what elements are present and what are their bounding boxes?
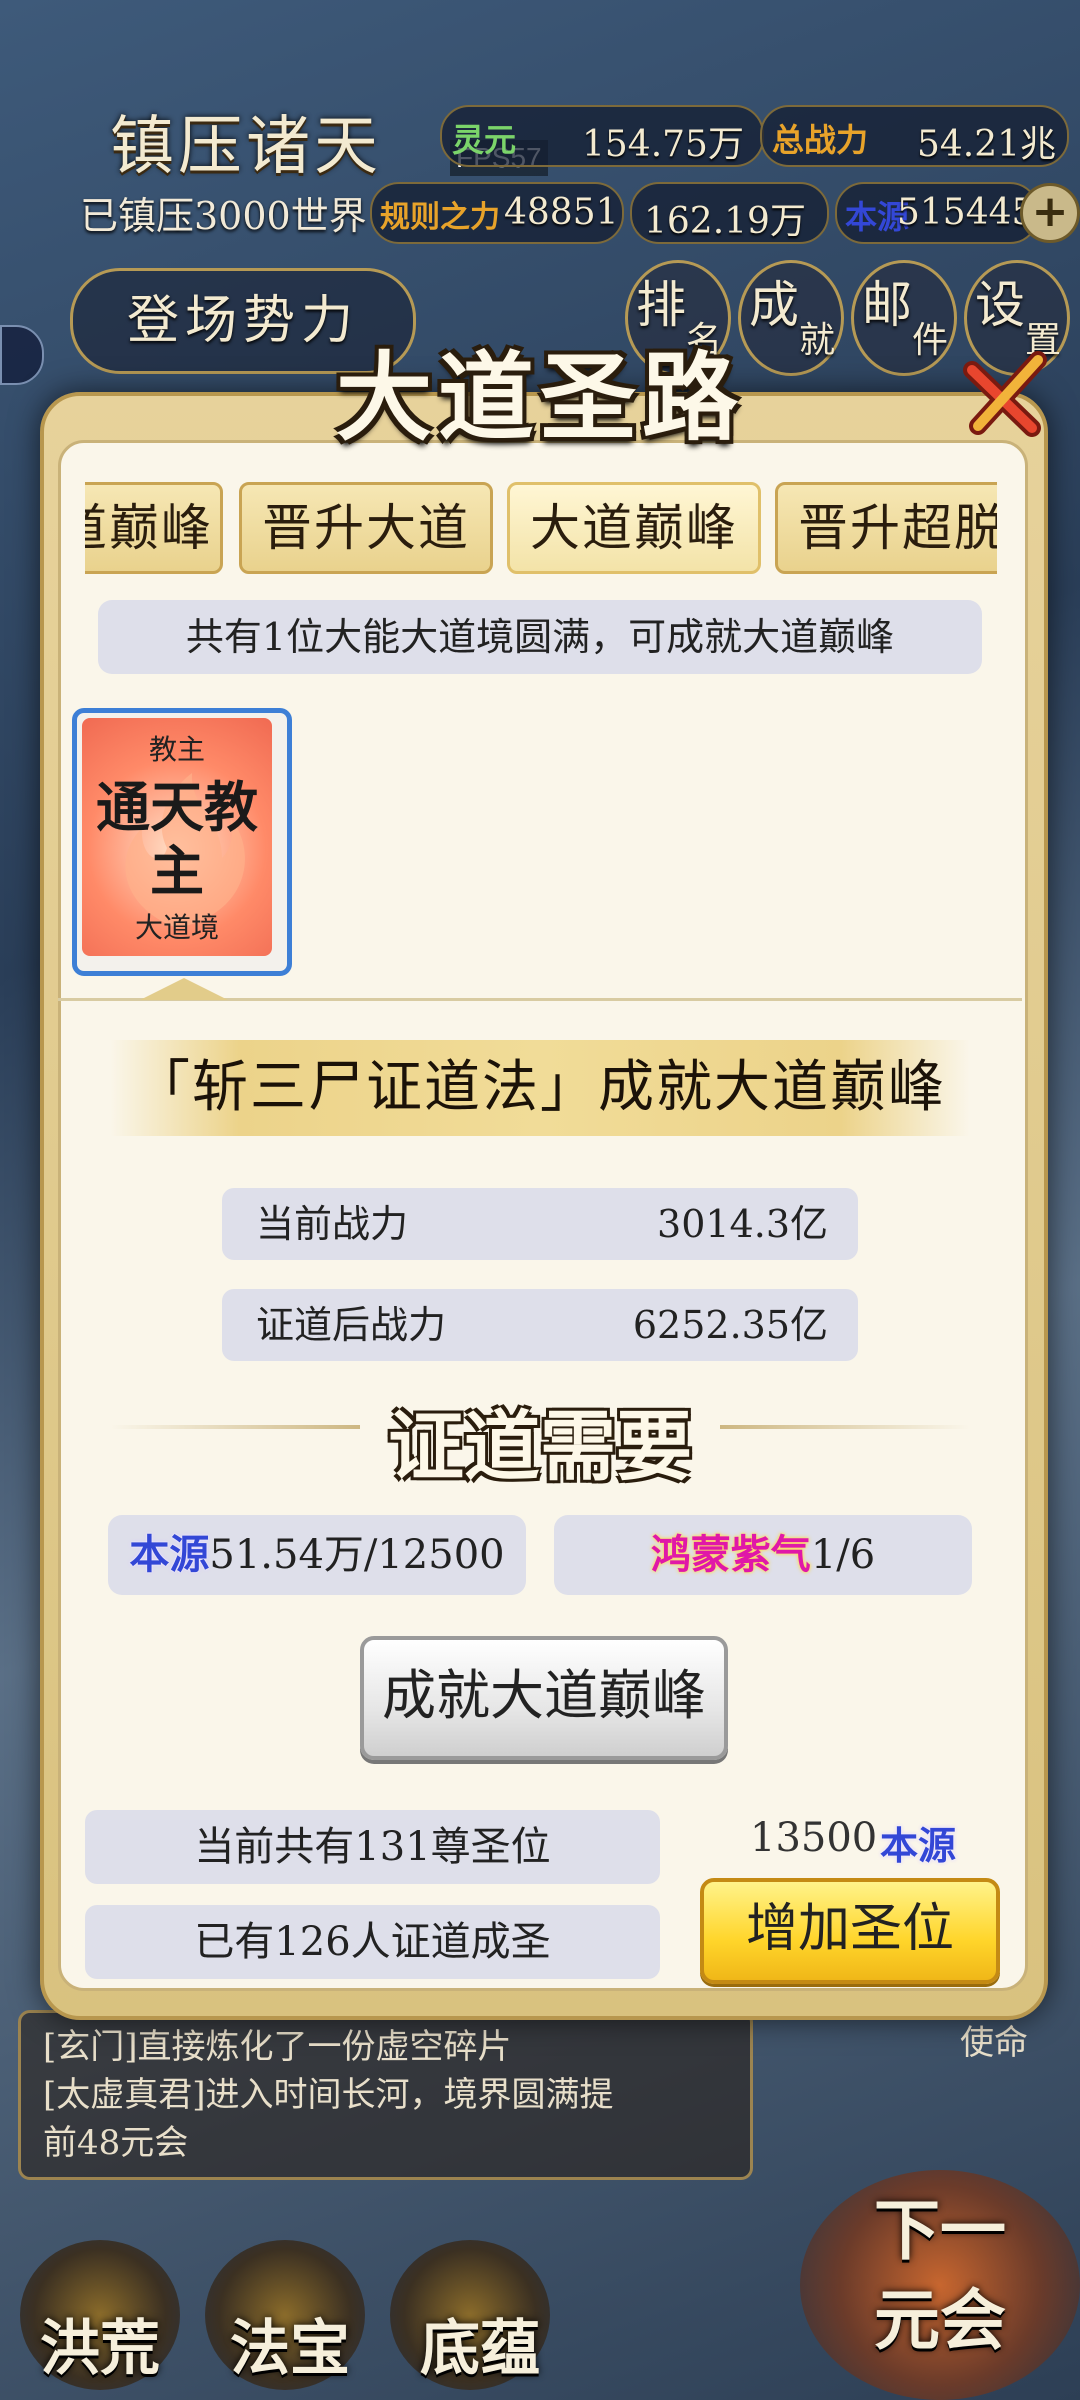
method-title: 「斩三尸证道法」成就大道巅峰: [134, 1055, 946, 1120]
current-power-value: 3014.3亿: [657, 1202, 828, 1246]
game-title: 镇压诸天: [110, 110, 382, 184]
ornament-right-icon: [720, 1425, 970, 1429]
seats-total: 当前共有131尊圣位: [85, 1810, 660, 1884]
tab-dao-peak[interactable]: 大道巅峰: [507, 482, 761, 574]
eligibility-info: 共有1位大能大道境圆满，可成就大道巅峰: [98, 600, 982, 674]
rule-power-label: 规则之力: [380, 200, 500, 235]
news-line: [玄门]直接炼化了一份虚空碎片: [43, 2027, 512, 2067]
total-power-bar: 总战力 54.21兆: [760, 105, 1069, 167]
seat-cost-value: 13500: [750, 1815, 878, 1861]
news-line: 前48元会: [43, 2123, 189, 2163]
rule-power-value: 48851: [504, 192, 619, 233]
news-line: [太虚真君]进入时间长河，境界圆满提: [43, 2075, 614, 2115]
hongmeng-requirement: 鸿蒙紫气1/6: [554, 1515, 972, 1595]
after-power-value: 6252.35亿: [632, 1303, 828, 1347]
ornament-left-icon: [110, 1425, 360, 1429]
hongmeng-requirement-value: 1/6: [810, 1532, 876, 1578]
tab-ascend-dao[interactable]: 晋升大道: [239, 482, 493, 574]
benyuan-bar: 本源 515445: [835, 182, 1039, 244]
benyuan-requirement-value: 51.54万/12500: [209, 1532, 505, 1578]
lingyuan-label: 灵元: [452, 121, 517, 159]
lingyuan-value: 154.75万: [582, 124, 744, 165]
benyuan-tag: 本源: [129, 1531, 210, 1578]
suppressed-worlds-text: 已镇压3000世界: [80, 194, 367, 238]
tab-ascend-transcend[interactable]: 晋升超脱: [775, 482, 997, 574]
total-power-value: 54.21兆: [917, 124, 1057, 165]
x-resource-value: 162.19万: [644, 201, 806, 242]
mission-label[interactable]: 使命: [960, 2015, 1028, 2064]
rule-power-bar: 规则之力 48851: [370, 182, 624, 244]
x-resource-bar: 162.19万: [630, 182, 829, 244]
tab-dao-peak-prev[interactable]: 大道巅峰: [85, 482, 223, 574]
close-icon[interactable]: [958, 348, 1054, 444]
current-power-label: 当前战力: [256, 1202, 409, 1246]
add-resource-button[interactable]: +: [1020, 183, 1080, 243]
after-power-label: 证道后战力: [256, 1303, 447, 1347]
requirements-title: 证道需要: [388, 1402, 692, 1491]
current-power-row: 当前战力 3014.3亿: [222, 1188, 858, 1260]
seat-cost-tag: 本源: [880, 1823, 957, 1868]
benyuan-value: 515445: [897, 192, 1035, 233]
news-feed: [玄门]直接炼化了一份虚空碎片 [太虚真君]进入时间长河，境界圆满提 前48元会: [18, 2010, 753, 2180]
selected-pointer-icon: [140, 978, 228, 1000]
character-name: 通天教主: [96, 775, 258, 903]
character-realm: 大道境: [134, 911, 219, 944]
nav-honghuang-label[interactable]: 洪荒: [40, 2300, 160, 2387]
mail-button[interactable]: 邮 件: [851, 260, 957, 376]
dialog-title: 大道圣路: [336, 341, 744, 454]
total-power-label: 总战力: [772, 121, 869, 159]
nav-diyun-label[interactable]: 底蕴: [420, 2300, 540, 2387]
hongmeng-tag: 鸿蒙紫气: [650, 1531, 811, 1578]
achieve-dao-peak-button[interactable]: 成就大道巅峰: [360, 1636, 728, 1760]
next-era-label[interactable]: 下一元会: [850, 2185, 1030, 2365]
seats-used: 已有126人证道成圣: [85, 1905, 660, 1979]
benyuan-requirement: 本源51.54万/12500: [108, 1515, 526, 1595]
settings-button-char1: 设: [975, 276, 1025, 334]
side-chat-bubble-icon[interactable]: [0, 325, 44, 385]
lingyuan-bar: 灵元 154.75万: [440, 105, 764, 167]
achievement-button-char2: 就: [799, 320, 836, 361]
mail-button-char1: 邮: [862, 276, 912, 334]
mail-button-char2: 件: [912, 320, 949, 361]
character-rank: 教主: [148, 733, 205, 766]
after-power-row: 证道后战力 6252.35亿: [222, 1289, 858, 1361]
add-seat-button[interactable]: 增加圣位: [700, 1878, 1000, 1984]
nav-fabao-label[interactable]: 法宝: [230, 2300, 350, 2387]
dao-tabs: 大道巅峰 晋升大道 大道巅峰 晋升超脱: [85, 478, 997, 574]
